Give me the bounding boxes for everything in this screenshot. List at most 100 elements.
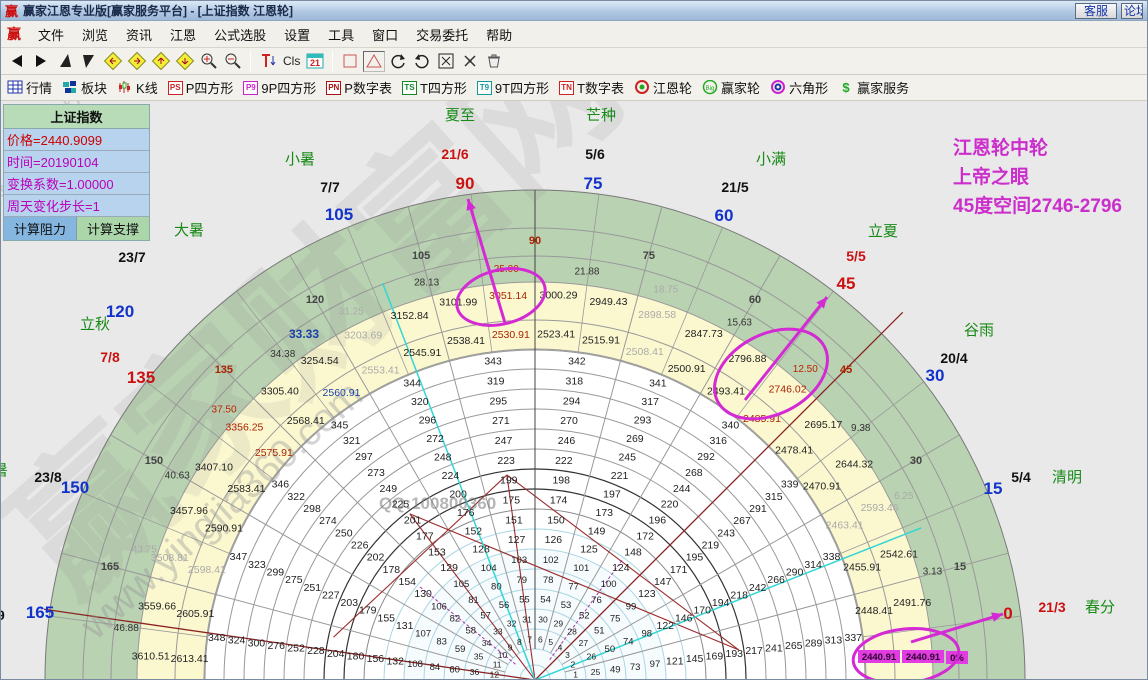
integer-cell: 177 bbox=[416, 530, 434, 542]
pan-right-icon[interactable] bbox=[126, 51, 148, 72]
toolbar-button-label: K线 bbox=[136, 78, 158, 97]
percent-cell: 21.88 bbox=[574, 266, 599, 277]
integer-cell: 102 bbox=[543, 555, 559, 566]
menu-item[interactable]: 帮助 bbox=[477, 25, 521, 46]
integer-cell: 193 bbox=[726, 648, 744, 660]
next-icon[interactable] bbox=[30, 51, 52, 72]
toolbar-button-江恩轮[interactable]: 江恩轮 bbox=[634, 78, 692, 97]
PS-icon: PS bbox=[168, 81, 183, 95]
price-cell-inner: 2508.41 bbox=[626, 346, 664, 358]
draw-square-icon[interactable] bbox=[339, 51, 361, 72]
integer-cell: 346 bbox=[272, 479, 290, 491]
integer-cell: 246 bbox=[558, 435, 576, 447]
calendar-icon[interactable]: 21 bbox=[304, 51, 326, 72]
menu-item[interactable]: 浏览 bbox=[73, 25, 117, 46]
integer-cell: 194 bbox=[712, 597, 730, 609]
menu-item[interactable]: 江恩 bbox=[161, 25, 205, 46]
price-cell-inner: 2583.41 bbox=[227, 483, 265, 495]
price-cell-inner: 2493.41 bbox=[707, 385, 745, 397]
integer-cell: 173 bbox=[596, 507, 614, 519]
toolbar-button-行情[interactable]: 行情 bbox=[7, 78, 52, 97]
integer-cell: 228 bbox=[307, 645, 325, 657]
toolbar-button-赢家轮[interactable]: Big赢家轮 bbox=[702, 78, 760, 97]
menu-item[interactable]: 设置 bbox=[275, 25, 319, 46]
calc-button[interactable]: 计算支撑 bbox=[77, 217, 149, 240]
center-cross-icon[interactable] bbox=[459, 51, 481, 72]
degree-cell: 45 bbox=[840, 364, 852, 376]
price-cell-outer: 2796.88 bbox=[729, 353, 767, 365]
integer-cell: 268 bbox=[685, 467, 703, 479]
rotate-cw-icon[interactable] bbox=[411, 51, 433, 72]
forum-button[interactable]: 论坛 bbox=[1121, 3, 1143, 19]
param-row: 时间=20190104 bbox=[4, 151, 149, 173]
cls-button[interactable]: Cls bbox=[280, 54, 303, 68]
integer-cell: 35 bbox=[474, 652, 484, 662]
integer-cell: 27 bbox=[579, 638, 589, 648]
toolbar-button-9P四方形[interactable]: P99P四方形 bbox=[243, 78, 316, 97]
annotation-line: 45度空间2746-2796 bbox=[953, 192, 1122, 221]
TS-icon: TS bbox=[402, 81, 417, 95]
toolbar-button-板块[interactable]: 板块 bbox=[62, 78, 107, 97]
menu-item[interactable]: 窗口 bbox=[363, 25, 407, 46]
flag-down-icon[interactable] bbox=[78, 51, 100, 72]
menu-item[interactable]: 交易委托 bbox=[407, 25, 477, 46]
menu-item[interactable]: 资讯 bbox=[117, 25, 161, 46]
zoom-in-icon[interactable] bbox=[198, 51, 220, 72]
integer-cell: 28 bbox=[567, 627, 577, 637]
price-cell-inner: 2553.41 bbox=[362, 364, 400, 376]
integer-cell: 345 bbox=[331, 419, 349, 431]
trash-icon[interactable] bbox=[483, 51, 505, 72]
degree-label: 90 bbox=[456, 174, 475, 193]
menu-item[interactable]: 公式选股 bbox=[205, 25, 275, 46]
toolbar-button-赢家服务[interactable]: $赢家服务 bbox=[838, 78, 909, 97]
integer-cell: 126 bbox=[545, 534, 563, 546]
integer-cell: 77 bbox=[568, 582, 579, 593]
price-cell-inner: 2470.91 bbox=[803, 481, 841, 493]
zoom-out-icon[interactable] bbox=[222, 51, 244, 72]
wheel-icon bbox=[634, 80, 650, 95]
integer-cell: 145 bbox=[686, 653, 704, 665]
toolbar-button-六角形[interactable]: 六角形 bbox=[770, 78, 828, 97]
ratio-label: 33.33 bbox=[289, 327, 319, 341]
toolbar-button-P数字表[interactable]: PNP数字表 bbox=[326, 78, 392, 97]
date-label: 23/7 bbox=[118, 249, 145, 265]
toolbar-button-K线[interactable]: K线 bbox=[117, 78, 158, 97]
time-price-toggle-icon[interactable] bbox=[257, 51, 279, 72]
menu-item[interactable]: 文件 bbox=[29, 25, 73, 46]
solar-term-label: 小暑 bbox=[285, 151, 315, 168]
draw-triangle-icon[interactable] bbox=[363, 51, 385, 72]
customer-service-button[interactable]: 客服 bbox=[1075, 3, 1117, 19]
calc-button[interactable]: 计算阻力 bbox=[4, 217, 77, 240]
toolbar-button-9T四方形[interactable]: T99T四方形 bbox=[477, 78, 549, 97]
rotate-ccw-icon[interactable] bbox=[387, 51, 409, 72]
price-cell-outer: 3356.25 bbox=[225, 421, 263, 433]
integer-cell: 155 bbox=[377, 612, 395, 624]
toolbar-button-T四方形[interactable]: TST四方形 bbox=[402, 78, 467, 97]
price-cell-inner: 2515.91 bbox=[582, 334, 620, 346]
integer-cell: 74 bbox=[623, 636, 634, 647]
degree-cell: 60 bbox=[749, 294, 761, 306]
param-row: 周天变化步长=1 bbox=[4, 195, 149, 217]
prev-icon[interactable] bbox=[6, 51, 28, 72]
integer-cell: 59 bbox=[455, 644, 466, 655]
param-row: 变换系数=1.00000 bbox=[4, 173, 149, 195]
boxed-x-icon[interactable] bbox=[435, 51, 457, 72]
flag-up-icon[interactable] bbox=[54, 51, 76, 72]
integer-cell: 292 bbox=[697, 451, 715, 463]
pan-up-icon[interactable] bbox=[150, 51, 172, 72]
integer-cell: 53 bbox=[561, 600, 572, 611]
toolbar-button-T数字表[interactable]: TNT数字表 bbox=[559, 78, 624, 97]
integer-cell: 106 bbox=[431, 601, 447, 612]
degree-cell: 30 bbox=[910, 455, 922, 467]
toolbar-button-P四方形[interactable]: PSP四方形 bbox=[168, 78, 234, 97]
price-cell-inner: 2613.41 bbox=[171, 653, 209, 665]
pan-left-icon[interactable] bbox=[102, 51, 124, 72]
menu-item[interactable]: 工具 bbox=[319, 25, 363, 46]
price-cell-inner: 2538.41 bbox=[447, 335, 485, 347]
integer-cell: 343 bbox=[484, 356, 502, 368]
integer-cell: 128 bbox=[472, 544, 490, 556]
pan-down-icon[interactable] bbox=[174, 51, 196, 72]
chart-area[interactable]: 赢家财富网www.yingjia360.comwww.yingjia360.co… bbox=[1, 101, 1148, 680]
solar-term-label: 立夏 bbox=[868, 223, 898, 240]
integer-cell: 1 bbox=[573, 670, 578, 680]
